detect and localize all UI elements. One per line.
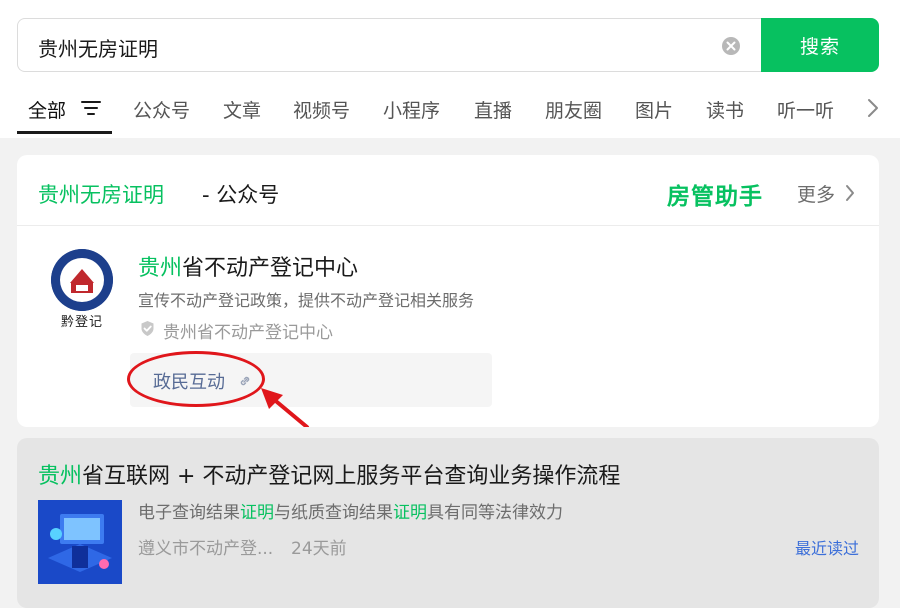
- article-result-card[interactable]: 贵州省互联网 + 不动产登记网上服务平台查询业务操作流程 电子查询结果证明与纸质…: [17, 438, 879, 608]
- annotation-arrow: [261, 388, 309, 427]
- chevron-right-icon[interactable]: [866, 97, 880, 119]
- filter-icon[interactable]: [81, 100, 101, 116]
- clear-icon[interactable]: [721, 36, 741, 56]
- verified-by-text: 贵州省不动产登记中心: [163, 323, 333, 343]
- search-input[interactable]: 贵州无房证明: [17, 18, 761, 72]
- tab-moments[interactable]: 朋友圈: [545, 96, 602, 123]
- verified-icon: [141, 321, 154, 336]
- account-description: 宣传不动产登记政策，提供不动产登记相关服务: [138, 291, 475, 310]
- account-result-card: 贵州无房证明 - 公众号 房管助手 更多 黔登记 贵州省不动产登记中心 宣传不动…: [17, 155, 879, 427]
- article-thumbnail[interactable]: [38, 500, 122, 584]
- search-button[interactable]: 搜索: [761, 18, 879, 72]
- chevron-right-icon[interactable]: [845, 184, 855, 202]
- tab-articles[interactable]: 文章: [223, 96, 261, 123]
- more-link[interactable]: 更多: [797, 180, 835, 207]
- tab-listen[interactable]: 听一听: [777, 96, 834, 123]
- annotation-ellipse: [127, 351, 265, 407]
- card-query-label: 贵州无房证明: [38, 183, 164, 207]
- tab-all[interactable]: 全部: [28, 96, 66, 123]
- card-header: 贵州无房证明 - 公众号 房管助手 更多: [17, 155, 879, 226]
- article-title[interactable]: 贵州省互联网 + 不动产登记网上服务平台查询业务操作流程: [38, 458, 620, 490]
- account-name[interactable]: 贵州省不动产登记中心: [138, 250, 358, 282]
- article-description: 电子查询结果证明与纸质查询结果证明具有同等法律效力: [138, 503, 563, 523]
- logo-caption: 黔登记: [61, 315, 104, 330]
- tab-live[interactable]: 直播: [474, 96, 512, 123]
- tab-images[interactable]: 图片: [635, 96, 673, 123]
- tab-mini-programs[interactable]: 小程序: [383, 96, 440, 123]
- account-logo[interactable]: [51, 249, 113, 311]
- tab-reading[interactable]: 读书: [706, 96, 744, 123]
- article-source: 遵义市不动产登...: [138, 539, 274, 559]
- recently-read-badge: 最近读过: [795, 539, 860, 558]
- tab-channels[interactable]: 视频号: [293, 96, 350, 123]
- active-tab-indicator: [17, 131, 112, 134]
- search-query[interactable]: 贵州无房证明: [38, 33, 158, 62]
- article-time: 24天前: [291, 539, 347, 559]
- card-type-label: - 公众号: [202, 183, 280, 207]
- tab-official-accounts[interactable]: 公众号: [133, 96, 190, 123]
- assistant-link[interactable]: 房管助手: [667, 177, 763, 211]
